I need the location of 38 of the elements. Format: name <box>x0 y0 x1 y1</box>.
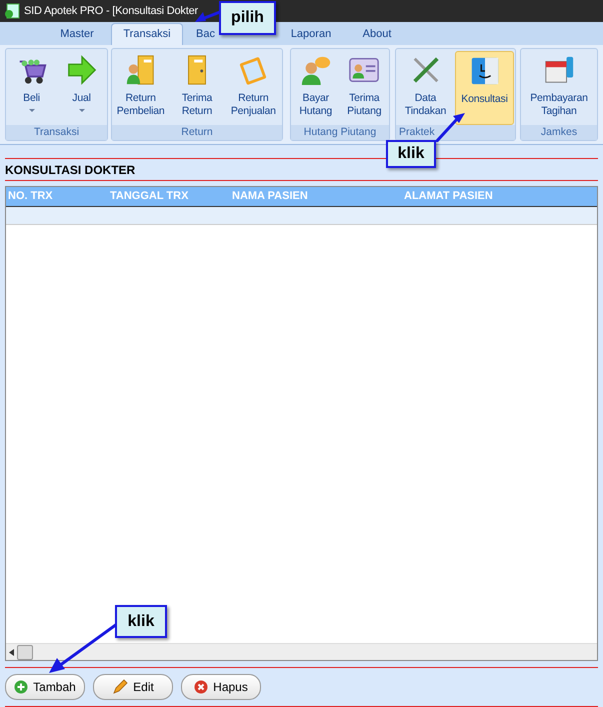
app-logo-icon <box>4 3 20 19</box>
ribbon-button[interactable]: Data Tindakan <box>397 51 454 125</box>
plus-icon <box>14 680 28 694</box>
ribbon-button[interactable]: Konsultasi <box>455 51 514 125</box>
ribbon-button[interactable]: Pembayaran Tagihan <box>522 51 596 125</box>
ribbon-button[interactable]: Bayar Hutang <box>292 51 340 125</box>
pencil-icon <box>112 679 128 695</box>
action-button[interactable]: Hapus <box>181 674 261 700</box>
arrow-right-icon <box>66 54 98 86</box>
callout-label: klik <box>115 605 167 638</box>
callout-label: klik <box>386 140 436 168</box>
ribbon-group-label: Return <box>112 125 282 140</box>
action-button[interactable]: Edit <box>93 674 173 700</box>
callout-label: pilih <box>219 1 276 35</box>
pointer-arrow <box>47 622 117 674</box>
ribbon-group-label: Transaksi <box>6 125 107 140</box>
horizontal-scrollbar[interactable] <box>6 643 597 660</box>
ribbon-tab[interactable]: Transaksi <box>111 23 183 45</box>
ribbon-button[interactable]: Beli <box>7 51 56 125</box>
ribbon-tab[interactable]: About <box>344 23 410 45</box>
section-heading: KONSULTASI DOKTER <box>5 162 136 178</box>
ribbon-button[interactable]: Return Pembelian <box>113 51 168 125</box>
delete-icon <box>194 680 208 694</box>
ribbon-tab[interactable]: Laporan <box>278 23 344 45</box>
ribbon-button[interactable]: Terima Piutang <box>340 51 388 125</box>
ribbon-group-label: Jamkes <box>521 125 597 140</box>
scroll-left-icon <box>9 648 14 656</box>
person-chat-icon <box>300 54 332 86</box>
scroll-thumb[interactable] <box>17 644 33 660</box>
ribbon-group-label: Praktek <box>396 125 515 140</box>
ribbon-button[interactable]: Return Penjualan <box>226 51 281 125</box>
ribbon-button[interactable]: Jual <box>57 51 106 125</box>
ribbon-tab[interactable]: Master <box>43 23 111 45</box>
ribbon-tab[interactable]: Bac <box>193 23 217 45</box>
ribbon-button[interactable]: Terima Return <box>169 51 225 125</box>
window-title: SID Apotek PRO - [Konsultasi Dokter <box>24 4 198 18</box>
action-button[interactable]: Tambah <box>5 674 85 700</box>
ribbon-group-label: Hutang Piutang <box>291 125 389 140</box>
